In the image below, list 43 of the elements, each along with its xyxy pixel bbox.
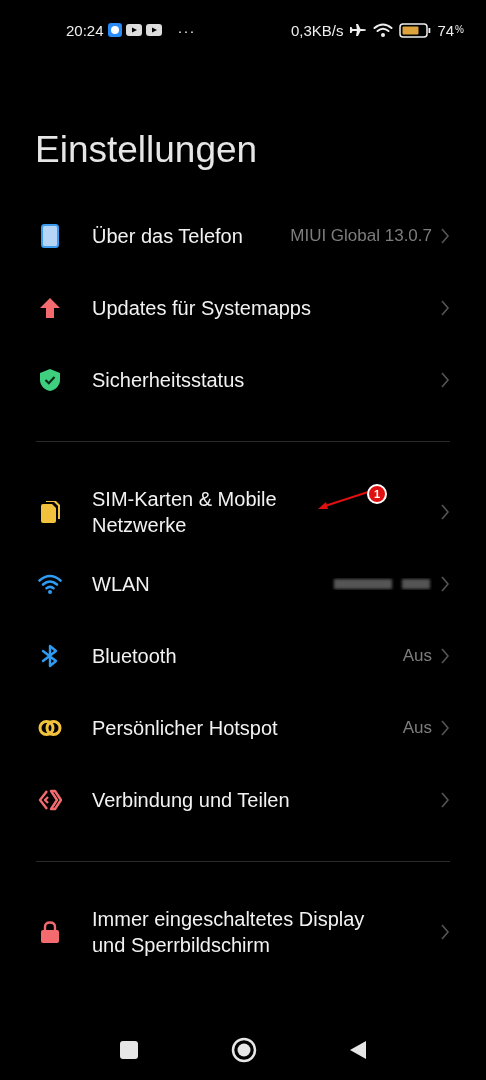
item-label[interactable]: Updates für Systemapps — [92, 291, 311, 325]
chevron-right-icon — [440, 575, 450, 593]
item-label[interactable]: WLAN — [92, 567, 150, 601]
back-button[interactable] — [349, 1040, 367, 1060]
chevron-right-icon — [440, 791, 450, 809]
percent-sign: % — [455, 23, 464, 35]
shield-check-icon — [38, 368, 62, 392]
item-value: MIUI Global 13.0.7 — [289, 226, 432, 246]
wifi-icon — [38, 572, 62, 596]
item-value: Aus — [401, 646, 432, 666]
battery-icon — [399, 22, 432, 38]
sim-cards-icon — [38, 500, 62, 524]
clock: 20:24 — [66, 21, 104, 39]
page-title: Einstellungen — [35, 128, 259, 172]
item-label[interactable]: Persönlicher Hotspot — [92, 711, 278, 745]
item-label[interactable]: Bluetooth — [92, 639, 177, 673]
recent-apps-button[interactable] — [119, 1040, 139, 1060]
item-label[interactable]: Sicherheitsstatus — [92, 363, 245, 397]
chevron-right-icon — [440, 299, 450, 317]
item-value: Aus — [401, 718, 432, 738]
video-play-icon — [145, 24, 162, 36]
more-notifications: ··· — [177, 21, 196, 39]
item-label[interactable]: Verbindung und Teilen — [92, 783, 290, 817]
battery-percent: 74 — [437, 21, 455, 39]
chevron-right-icon — [440, 923, 450, 941]
wifi-icon — [373, 22, 394, 38]
video-play-icon — [125, 24, 142, 36]
chevron-right-icon — [440, 371, 450, 389]
chevron-right-icon — [440, 227, 450, 245]
airplane-icon — [349, 23, 368, 37]
up-arrow-icon — [38, 296, 62, 320]
phone-icon — [38, 224, 62, 248]
chevron-right-icon — [440, 503, 450, 521]
item-label[interactable]: Immer eingeschaltetes Display und Sperrbildschirm — [92, 902, 371, 962]
lock-icon — [38, 920, 62, 944]
chevron-right-icon — [440, 647, 450, 665]
home-button[interactable] — [231, 1037, 257, 1063]
app-notification-icon — [107, 23, 122, 37]
chevron-right-icon — [440, 719, 450, 737]
annotation-number: 1 — [367, 484, 387, 504]
share-arrows-icon — [38, 788, 62, 812]
network-speed: 0,3KB/s — [290, 21, 344, 39]
item-label[interactable]: Über das Telefon — [92, 219, 243, 253]
